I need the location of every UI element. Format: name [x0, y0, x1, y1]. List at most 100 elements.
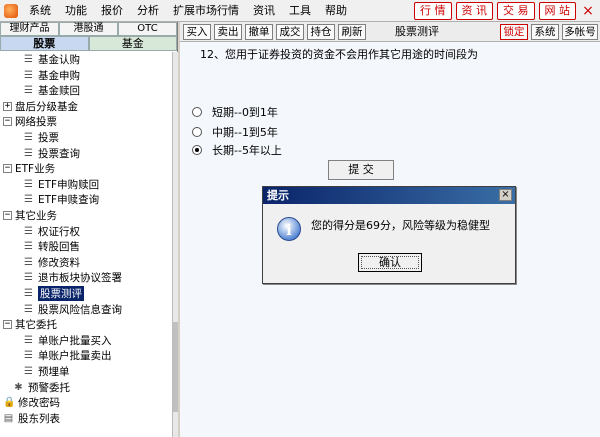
tab-otc[interactable]: OTC [118, 22, 177, 36]
scroll-thumb[interactable] [173, 322, 178, 412]
tree-item[interactable]: ☰ 股票风险信息查询 [0, 302, 172, 317]
tree-item-label: 股票测评 [38, 286, 84, 301]
news-button[interactable]: 资 讯 [455, 2, 493, 20]
tab-hk-connect[interactable]: 港股通 [59, 22, 118, 36]
collapse-icon[interactable]: − [3, 164, 12, 174]
collapse-icon[interactable]: − [3, 320, 12, 330]
tree-item[interactable]: ☰ 股票测评 [0, 286, 172, 301]
menu-tools[interactable]: 工具 [282, 0, 318, 22]
tree-folder[interactable]: + 盘后分级基金 [0, 99, 172, 114]
option-label: 中期--1到5年 [212, 126, 278, 139]
tree-folder[interactable]: − 网络投票 [0, 114, 172, 129]
tree-item[interactable]: ☰ 投票 [0, 130, 172, 145]
lock-button[interactable]: 锁定 [500, 24, 528, 40]
tab-funds[interactable]: 基金 [88, 36, 177, 51]
tree-item[interactable]: ☰ ETF申购赎回 [0, 177, 172, 192]
expand-icon[interactable]: + [3, 101, 12, 111]
menu-system[interactable]: 系统 [22, 0, 58, 22]
tree-item[interactable]: ☰ 基金申购 [0, 68, 172, 83]
collapse-icon[interactable]: − [3, 211, 12, 220]
tree-item[interactable]: ☰ 预埋单 [0, 364, 172, 379]
tree-folder[interactable]: − ETF业务 [0, 161, 172, 176]
tree-item[interactable]: ☰ 权证行权 [0, 224, 172, 239]
radio-mid-term[interactable] [192, 127, 202, 137]
option-label: 短期--0到1年 [212, 106, 278, 119]
doc-icon: ☰ [24, 194, 33, 206]
tree-item-label: ETF申赎查询 [38, 194, 100, 207]
tree-item[interactable]: ☰ 投票查询 [0, 146, 172, 161]
menu-extended-market[interactable]: 扩展市场行情 [166, 0, 246, 22]
tree-scrollbar[interactable] [172, 52, 178, 437]
option-mid-term[interactable]: 中期--1到5年 [192, 124, 278, 140]
doc-icon: ☰ [24, 303, 33, 315]
tab-stocks[interactable]: 股票 [0, 36, 89, 51]
tree-item-label: 其它业务 [15, 210, 57, 222]
tree-item-label: 修改密码 [18, 397, 60, 410]
tree-item[interactable]: ☰ 单账户批量买入 [0, 333, 172, 348]
doc-icon: ☰ [24, 178, 33, 190]
doc-icon: ☰ [24, 132, 33, 143]
doc-icon: ☰ [24, 366, 33, 377]
tree-item[interactable]: ☰ 基金赎回 [0, 83, 172, 98]
tree-item[interactable]: ☰ 基金认购 [0, 52, 172, 67]
tree-item-label: 权证行权 [38, 225, 80, 238]
tree-item-label: 网络投票 [15, 116, 57, 129]
menu-function[interactable]: 功能 [58, 0, 94, 22]
tree-item-label: 基金申购 [38, 69, 80, 82]
info-icon: i [277, 217, 301, 241]
tree-item[interactable]: ☰ 单账户批量卖出 [0, 348, 172, 363]
website-button[interactable]: 网 站 [538, 2, 576, 20]
multi-account-button[interactable]: 多帐号 [562, 24, 598, 40]
market-button[interactable]: 行 情 [414, 2, 452, 20]
dialog-close-icon[interactable]: × [499, 189, 512, 201]
tree-item-label: 基金赎回 [38, 85, 80, 98]
tree-item-label: 基金认购 [38, 54, 80, 66]
tree-folder[interactable]: − 其它业务 [0, 208, 172, 223]
confirm-button[interactable]: 确认 [358, 253, 422, 272]
tree-item-label: ETF业务 [15, 163, 56, 176]
tree-item[interactable]: ☰ 转股回售 [0, 239, 172, 254]
tree-item-label: 退市板块协议签署 [38, 272, 122, 285]
doc-icon: ☰ [24, 85, 33, 97]
option-label: 长期--5年以上 [212, 144, 282, 157]
tree-item-label: 预警委托 [28, 381, 70, 394]
trade-button[interactable]: 交 易 [497, 2, 535, 20]
deals-button[interactable]: 成交 [276, 24, 304, 40]
menu-quote[interactable]: 报价 [94, 0, 130, 22]
radio-short-term[interactable] [192, 107, 202, 117]
tree-item[interactable]: 🔒 修改密码 [0, 395, 172, 410]
list-icon: ▤ [3, 412, 14, 424]
tree-item-label: 转股回售 [38, 241, 80, 254]
tree-item[interactable]: ☰ 修改资料 [0, 255, 172, 270]
buy-button[interactable]: 买入 [183, 24, 211, 40]
tree-item-label: 投票查询 [38, 147, 80, 160]
nav-tree: ☰ 基金认购 ☰ 基金申购 ☰ 基金赎回 + 盘后分级基金 − 网络投票 ☰ 投票 ☰ 投票查询 − ETF业… [0, 52, 172, 437]
tree-item-label: ETF申购赎回 [38, 178, 100, 191]
positions-button[interactable]: 持仓 [307, 24, 335, 40]
doc-icon: ☰ [24, 69, 33, 81]
doc-icon: ☰ [24, 272, 33, 284]
cancel-order-button[interactable]: 撤单 [245, 24, 273, 40]
tree-item[interactable]: ☰ 退市板块协议签署 [0, 270, 172, 285]
menu-analysis[interactable]: 分析 [130, 0, 166, 22]
menu-bar: 系统 功能 报价 分析 扩展市场行情 资讯 工具 帮助 行 情 资 讯 交 易 … [0, 0, 600, 22]
close-icon[interactable]: × [580, 2, 596, 20]
option-short-term[interactable]: 短期--0到1年 [192, 104, 278, 120]
menu-help[interactable]: 帮助 [318, 0, 354, 22]
tree-item[interactable]: ✱ 预警委托 [0, 380, 172, 395]
tree-folder[interactable]: − 其它委托 [0, 317, 172, 332]
sell-button[interactable]: 卖出 [214, 24, 242, 40]
refresh-button[interactable]: 刷新 [338, 24, 366, 40]
menu-news[interactable]: 资讯 [246, 0, 282, 22]
system-button[interactable]: 系统 [531, 24, 559, 40]
collapse-icon[interactable]: − [3, 117, 12, 127]
lock-icon: 🔒 [3, 397, 16, 409]
submit-button[interactable]: 提 交 [328, 160, 394, 180]
tab-wealth-products[interactable]: 理财产品 [0, 22, 59, 36]
tree-item-label: 修改资料 [38, 256, 80, 269]
radio-long-term[interactable] [192, 145, 202, 155]
tree-item[interactable]: ▤ 股东列表 [0, 411, 172, 426]
option-long-term[interactable]: 长期--5年以上 [192, 142, 282, 158]
tree-item[interactable]: ☰ ETF申赎查询 [0, 192, 172, 207]
tree-item-label: 单账户批量卖出 [38, 350, 112, 363]
